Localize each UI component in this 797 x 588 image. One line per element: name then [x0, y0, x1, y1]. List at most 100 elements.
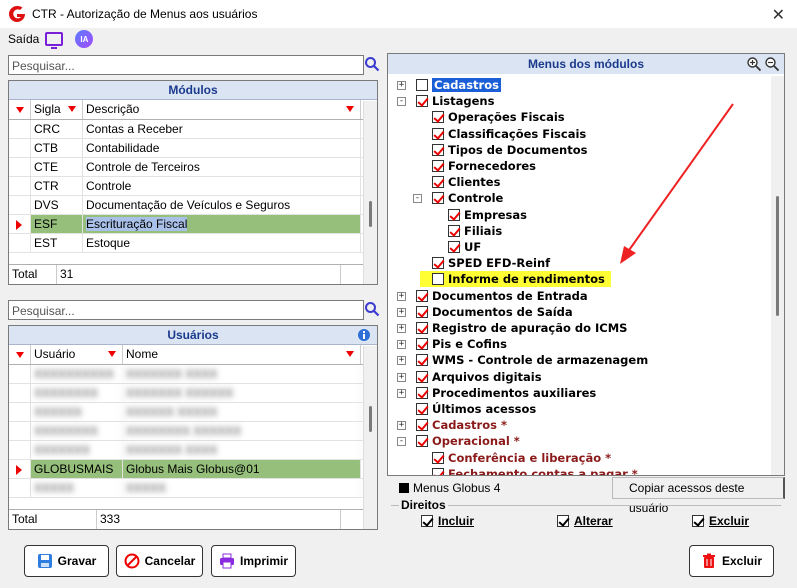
tree-node[interactable]: Pis e Cofins	[416, 336, 507, 352]
tree-node[interactable]: Filiais	[448, 223, 502, 239]
col-nome[interactable]: Nome	[123, 345, 361, 364]
table-row[interactable]: XXXXX XXXXX	[9, 479, 377, 498]
info-icon[interactable]	[357, 328, 371, 342]
table-row[interactable]: XXXXXXXX XXXXXXXX XXXXXX	[9, 422, 377, 441]
expand-icon[interactable]: +	[397, 421, 406, 431]
tree-node[interactable]: Empresas	[448, 207, 527, 223]
table-row[interactable]: CTR Controle	[9, 177, 377, 196]
table-row[interactable]: CTE Controle de Terceiros	[9, 158, 377, 177]
cancelar-button[interactable]: Cancelar	[116, 545, 203, 577]
tree-checkbox[interactable]	[416, 370, 428, 383]
collapse-icon[interactable]: -	[397, 437, 406, 447]
saida-label[interactable]: Saída	[8, 32, 39, 46]
col-sigla[interactable]: Sigla	[31, 100, 83, 119]
scrollbar[interactable]	[363, 346, 377, 529]
tree-node[interactable]: Procedimentos auxiliares	[416, 385, 596, 401]
tree-node[interactable]: Classificações Fiscais	[432, 126, 586, 142]
tree-checkbox[interactable]	[432, 257, 444, 270]
table-row[interactable]: EST Estoque	[9, 234, 377, 253]
tree-checkbox[interactable]	[416, 338, 428, 351]
tree-node[interactable]: UF	[448, 239, 481, 255]
tree-node[interactable]: Cadastros	[416, 77, 501, 93]
search-icon[interactable]	[364, 56, 380, 72]
tree-checkbox[interactable]	[416, 419, 428, 432]
tree-checkbox[interactable]	[416, 305, 428, 318]
tree-node[interactable]: Clientes	[432, 174, 500, 190]
tree-node[interactable]: Arquivos digitais	[416, 369, 542, 385]
monitor-icon[interactable]	[45, 32, 64, 49]
tree-checkbox[interactable]	[416, 386, 428, 399]
tree-checkbox[interactable]	[432, 111, 444, 124]
ia-icon[interactable]: IA	[75, 30, 94, 48]
tree-checkbox[interactable]	[432, 160, 444, 172]
tree-node[interactable]: SPED EFD-Reinf	[432, 255, 550, 271]
expand-icon[interactable]: +	[397, 307, 406, 317]
tree-node[interactable]: Documentos de Saída	[416, 304, 573, 320]
tree-node[interactable]: WMS - Controle de armazenagem	[416, 352, 648, 368]
tree-node[interactable]: Documentos de Entrada	[416, 288, 588, 304]
expand-icon[interactable]: +	[397, 372, 406, 382]
col-descricao[interactable]: Descrição	[83, 100, 361, 119]
tree-node[interactable]: Fechamento contas a pagar *	[432, 466, 638, 475]
col-usuario[interactable]: Usuário	[31, 345, 123, 364]
tree-node[interactable]: Conferência e liberação *	[432, 450, 611, 466]
tree-checkbox[interactable]	[432, 451, 444, 464]
incluir-checkbox[interactable]: Incluir	[421, 514, 474, 528]
scrollbar[interactable]	[363, 101, 377, 284]
tree-node[interactable]: Listagens	[416, 93, 494, 109]
excluir-checkbox[interactable]: Excluir	[692, 514, 749, 528]
expand-icon[interactable]: +	[397, 81, 406, 90]
collapse-icon[interactable]: -	[413, 194, 422, 204]
tree-node[interactable]: Fornecedores	[432, 158, 536, 174]
modulos-search-input[interactable]: Pesquisar...	[8, 55, 364, 75]
table-row-selected[interactable]: ESF Escrituração Fiscal	[9, 215, 377, 234]
tree-checkbox[interactable]	[432, 467, 444, 475]
usuarios-search-input[interactable]: Pesquisar...	[8, 300, 364, 320]
expand-icon[interactable]: +	[397, 356, 406, 366]
sort-icon[interactable]	[9, 345, 31, 364]
tree-checkbox[interactable]	[432, 192, 444, 205]
table-row[interactable]: XXXXXXXX XXXXXXX XXXXXX	[9, 384, 377, 403]
tree-checkbox[interactable]	[416, 79, 428, 91]
table-row[interactable]: XXXXXXX XXXXXXX XXXX	[9, 441, 377, 460]
zoom-in-icon[interactable]	[746, 56, 762, 72]
tree-node[interactable]: Tipos de Documentos	[432, 142, 587, 158]
table-row-selected[interactable]: GLOBUSMAIS Globus Mais Globus@01	[9, 460, 377, 479]
expand-icon[interactable]: +	[397, 340, 406, 350]
tree-node[interactable]: Operações Fiscais	[432, 109, 565, 125]
tree-node[interactable]: Últimos acessos	[416, 401, 536, 417]
table-row[interactable]: DVS Documentação de Veículos e Seguros	[9, 196, 377, 215]
tree-checkbox[interactable]	[448, 241, 460, 253]
tree-node[interactable]: Informe de rendimentos	[420, 271, 611, 288]
gravar-button[interactable]: Gravar	[24, 545, 109, 577]
imprimir-button[interactable]: Imprimir	[211, 545, 296, 577]
alterar-checkbox[interactable]: Alterar	[557, 514, 613, 528]
tree-node[interactable]: Registro de apuração do ICMS	[416, 320, 627, 336]
table-row[interactable]: XXXXXX XXXXXX XXXXX	[9, 403, 377, 422]
tree-checkbox[interactable]	[448, 224, 460, 237]
tree-node[interactable]: Controle	[432, 190, 503, 206]
tree-checkbox[interactable]	[416, 435, 428, 448]
expand-icon[interactable]: +	[397, 388, 406, 398]
expand-icon[interactable]: +	[397, 324, 406, 333]
tree-node[interactable]: Cadastros *	[416, 417, 507, 433]
tree-checkbox[interactable]	[432, 127, 444, 140]
tree-checkbox[interactable]	[416, 322, 428, 334]
table-row[interactable]: XXXXXXXXXX XXXXXXX XXXX	[9, 365, 377, 384]
scrollbar[interactable]	[771, 76, 784, 475]
tree-checkbox[interactable]	[416, 95, 428, 108]
tree-checkbox[interactable]	[432, 143, 444, 156]
tree-node[interactable]: Operacional *	[416, 433, 520, 449]
expand-icon[interactable]: +	[397, 291, 406, 301]
tree-checkbox[interactable]	[432, 176, 444, 189]
zoom-out-icon[interactable]	[764, 56, 780, 72]
excluir-button[interactable]: Excluir	[689, 545, 774, 577]
tree-checkbox[interactable]	[416, 289, 428, 302]
tree-checkbox[interactable]	[432, 273, 444, 286]
close-icon[interactable]: ✕	[772, 5, 785, 25]
tree-checkbox[interactable]	[416, 354, 428, 367]
copy-access-button[interactable]: Copiar acessos deste usuário	[612, 477, 785, 515]
search-icon[interactable]	[364, 301, 380, 317]
table-row[interactable]: CRC Contas a Receber	[9, 120, 377, 139]
collapse-icon[interactable]: -	[397, 97, 406, 107]
